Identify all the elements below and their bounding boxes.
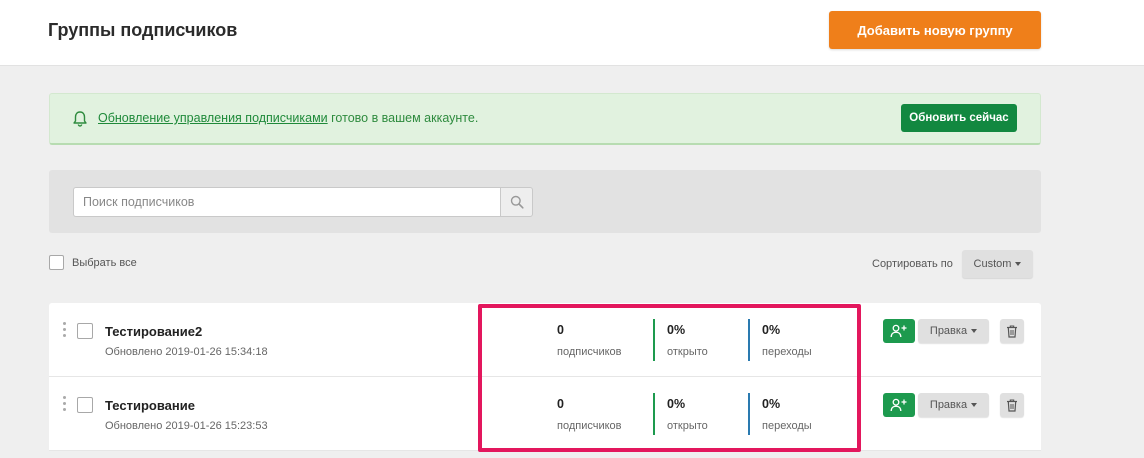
- search-button[interactable]: [500, 187, 533, 217]
- opened-rate: 0%: [667, 397, 686, 411]
- add-group-button[interactable]: Добавить новую группу: [829, 11, 1041, 49]
- group-checkbox[interactable]: [77, 397, 93, 413]
- add-subscriber-button[interactable]: [883, 393, 915, 417]
- subscribers-stat: 0 подписчиков: [545, 319, 622, 361]
- clicks-label: переходы: [762, 346, 812, 358]
- drag-handle-icon[interactable]: [62, 322, 67, 340]
- clicks-rate: 0%: [762, 323, 781, 337]
- search-panel: [49, 170, 1041, 233]
- clicks-stat: 0% переходы: [748, 319, 812, 361]
- trash-icon: [1007, 324, 1017, 338]
- subscribers-label: подписчиков: [557, 420, 622, 432]
- subscribers-stat: 0 подписчиков: [545, 393, 622, 435]
- select-all-checkbox[interactable]: [49, 255, 64, 270]
- search-icon: [510, 195, 524, 209]
- clicks-label: переходы: [762, 420, 812, 432]
- delete-button[interactable]: [1000, 393, 1024, 417]
- search-input[interactable]: [73, 187, 500, 217]
- select-all-label: Выбрать все: [72, 256, 137, 269]
- chevron-down-icon: [971, 329, 978, 333]
- group-updated: Обновлено 2019-01-26 15:23:53: [105, 420, 268, 432]
- update-now-button[interactable]: Обновить сейчас: [901, 104, 1017, 132]
- edit-dropdown[interactable]: Правка: [918, 319, 989, 343]
- edit-dropdown[interactable]: Правка: [918, 393, 989, 417]
- bell-icon: [73, 111, 87, 127]
- edit-label: Правка: [929, 399, 968, 411]
- edit-label: Правка: [929, 325, 968, 337]
- update-notice: Обновление управления подписчиками готов…: [49, 93, 1041, 145]
- drag-handle-icon[interactable]: [62, 396, 67, 414]
- notice-link[interactable]: Обновление управления подписчиками: [98, 111, 328, 125]
- sort-dropdown[interactable]: Custom: [962, 250, 1033, 278]
- opened-label: открыто: [667, 346, 708, 358]
- subscribers-count: 0: [557, 323, 564, 337]
- group-row: Тестирование2 Обновлено 2019-01-26 15:34…: [49, 303, 1041, 377]
- sort-label: Сортировать по: [872, 258, 953, 270]
- subscribers-count: 0: [557, 397, 564, 411]
- opened-stat: 0% открыто: [653, 393, 708, 435]
- group-checkbox[interactable]: [77, 323, 93, 339]
- group-updated: Обновлено 2019-01-26 15:34:18: [105, 346, 268, 358]
- add-user-icon: [890, 324, 907, 338]
- chevron-down-icon: [971, 403, 978, 407]
- sort-value: Custom: [973, 258, 1012, 270]
- opened-label: открыто: [667, 420, 708, 432]
- top-bar: Группы подписчиков Добавить новую группу: [0, 0, 1144, 66]
- notice-text: готово в вашем аккаунте.: [327, 111, 479, 125]
- group-row: Тестирование Обновлено 2019-01-26 15:23:…: [49, 377, 1041, 451]
- select-all[interactable]: Выбрать все: [49, 255, 137, 270]
- notice-message: Обновление управления подписчиками готов…: [98, 111, 478, 125]
- opened-rate: 0%: [667, 323, 686, 337]
- add-subscriber-button[interactable]: [883, 319, 915, 343]
- chevron-down-icon: [1015, 262, 1022, 266]
- clicks-rate: 0%: [762, 397, 781, 411]
- group-name[interactable]: Тестирование: [105, 398, 195, 413]
- group-name[interactable]: Тестирование2: [105, 324, 202, 339]
- page-title: Группы подписчиков: [48, 20, 238, 40]
- opened-stat: 0% открыто: [653, 319, 708, 361]
- add-user-icon: [890, 398, 907, 412]
- trash-icon: [1007, 398, 1017, 412]
- subscribers-label: подписчиков: [557, 346, 622, 358]
- group-list: Тестирование2 Обновлено 2019-01-26 15:34…: [49, 303, 1041, 451]
- clicks-stat: 0% переходы: [748, 393, 812, 435]
- delete-button[interactable]: [1000, 319, 1024, 343]
